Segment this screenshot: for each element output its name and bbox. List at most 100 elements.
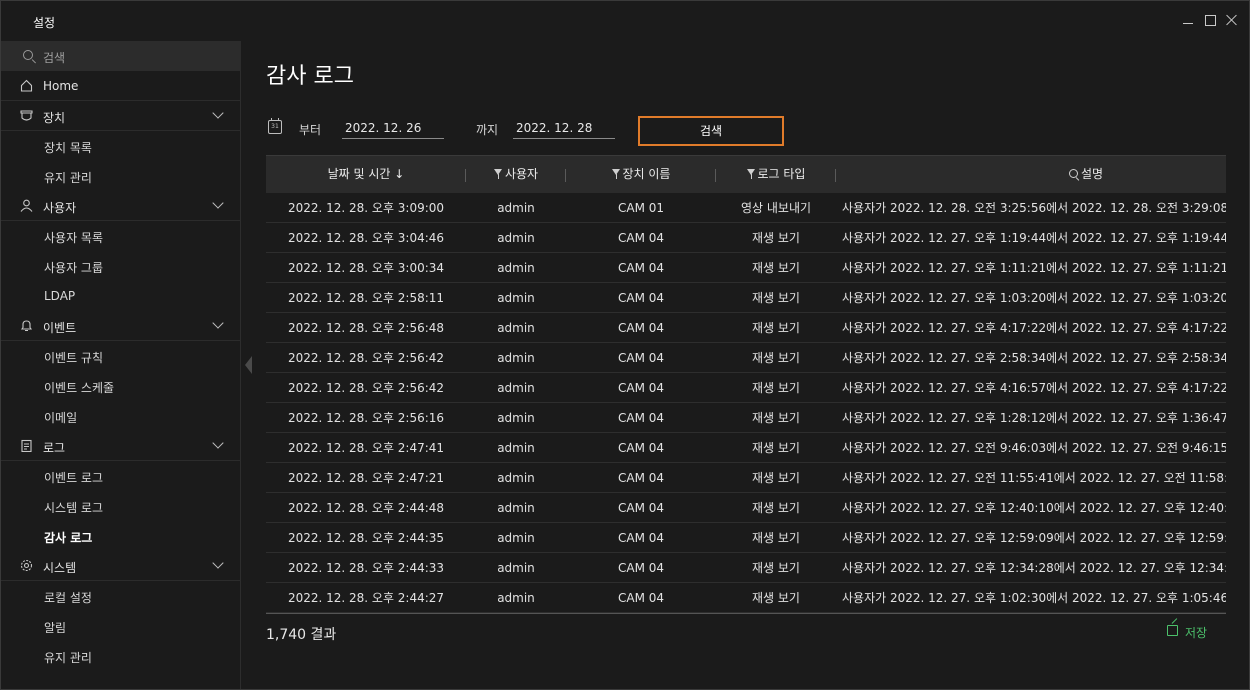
cell-datetime: 2022. 12. 28. 오후 3:04:46 bbox=[287, 231, 445, 245]
to-date-field[interactable]: 2022. 12. 28 bbox=[513, 118, 615, 139]
sidebar-item[interactable]: 알림 bbox=[1, 611, 241, 641]
sidebar-item-label: LDAP bbox=[44, 289, 76, 303]
sidebar-item[interactable]: 로그 bbox=[1, 431, 241, 461]
chevron-down-icon[interactable] bbox=[212, 437, 224, 449]
table-row[interactable]: 2022. 12. 28. 오후 2:56:42 admin CAM 04 재생 보기… bbox=[266, 373, 1226, 403]
sidebar-item-label: 사용자 그룹 bbox=[44, 261, 104, 275]
col-datetime-header[interactable]: 날짜 및 시간 ↓ bbox=[266, 156, 466, 194]
sidebar-item[interactable]: 사용자 목록 bbox=[1, 221, 241, 251]
sidebar-search-input[interactable]: 검색 bbox=[1, 41, 241, 71]
sidebar-item[interactable]: 유지 관리 bbox=[1, 161, 241, 191]
sidebar-item[interactable]: 로컬 설정 bbox=[1, 581, 241, 611]
table-row[interactable]: 2022. 12. 28. 오후 2:47:41 admin CAM 04 재생 보기… bbox=[266, 433, 1226, 463]
filter-icon[interactable] bbox=[611, 169, 621, 179]
minimize-button[interactable] bbox=[1181, 13, 1195, 27]
sidebar-item-label: 시스템 bbox=[43, 561, 77, 575]
close-button[interactable] bbox=[1225, 13, 1239, 27]
sidebar-item[interactable]: 이벤트 규칙 bbox=[1, 341, 241, 371]
cell-device: CAM 04 bbox=[617, 531, 665, 545]
chevron-down-icon[interactable] bbox=[212, 197, 224, 209]
cell-description: 사용자가 2022. 12. 27. 오후 1:02:30에서 2022. 12… bbox=[842, 591, 1226, 605]
sidebar-item-label: 사용자 목록 bbox=[44, 231, 104, 245]
cell-device: CAM 04 bbox=[617, 591, 665, 605]
sidebar: 검색 Home 장치 장치 목록 유지 관리 사용자 사용자 목록 사용자 그룹 LDAP 이벤… bbox=[1, 41, 241, 689]
sidebar-item[interactable]: Home bbox=[1, 71, 241, 101]
table-row[interactable]: 2022. 12. 28. 오후 2:44:35 admin CAM 04 재생 보기… bbox=[266, 523, 1226, 553]
table-header: 날짜 및 시간 ↓ 사용자 장치 이름 로그 타입 설명 bbox=[266, 155, 1226, 193]
col-user-header[interactable]: 사용자 bbox=[466, 156, 566, 194]
cell-datetime: 2022. 12. 28. 오후 2:47:21 bbox=[287, 471, 445, 485]
sidebar-item-label: 유지 관리 bbox=[44, 651, 92, 665]
sidebar-item[interactable]: 사용자 bbox=[1, 191, 241, 221]
table-row[interactable]: 2022. 12. 28. 오후 2:56:42 admin CAM 04 재생 보기… bbox=[266, 343, 1226, 373]
sidebar-item[interactable]: 이메일 bbox=[1, 401, 241, 431]
window-title: 설정 bbox=[33, 16, 56, 30]
cell-logtype: 재생 보기 bbox=[752, 561, 800, 575]
gear-icon bbox=[20, 559, 33, 572]
col-device-header[interactable]: 장치 이름 bbox=[566, 156, 716, 194]
sidebar-item[interactable]: 시스템 bbox=[1, 551, 241, 581]
table-row[interactable]: 2022. 12. 28. 오후 2:56:48 admin CAM 04 재생 보기… bbox=[266, 313, 1226, 343]
table-row[interactable]: 2022. 12. 28. 오후 2:44:48 admin CAM 04 재생 보기… bbox=[266, 493, 1226, 523]
table-row[interactable]: 2022. 12. 28. 오후 3:00:34 admin CAM 04 재생 보기… bbox=[266, 253, 1226, 283]
cell-datetime: 2022. 12. 28. 오후 3:09:00 bbox=[287, 201, 445, 215]
cell-description: 사용자가 2022. 12. 27. 오후 1:19:44에서 2022. 12… bbox=[842, 231, 1226, 245]
cell-description: 사용자가 2022. 12. 27. 오후 12:34:28에서 2022. 1… bbox=[842, 561, 1226, 575]
chevron-down-icon[interactable] bbox=[212, 557, 224, 569]
sidebar-item[interactable]: 장치 목록 bbox=[1, 131, 241, 161]
search-icon[interactable] bbox=[1068, 169, 1079, 179]
bell-icon bbox=[20, 319, 33, 332]
table-divider bbox=[266, 613, 1226, 614]
table-row[interactable]: 2022. 12. 28. 오후 2:44:33 admin CAM 04 재생 보기… bbox=[266, 553, 1226, 583]
chevron-down-icon[interactable] bbox=[212, 317, 224, 329]
table-row[interactable]: 2022. 12. 28. 오후 2:47:21 admin CAM 04 재생 보기… bbox=[266, 463, 1226, 493]
cell-logtype: 재생 보기 bbox=[752, 351, 800, 365]
cell-device: CAM 04 bbox=[617, 411, 665, 425]
sidebar-item[interactable]: 이벤트 bbox=[1, 311, 241, 341]
cell-user: admin bbox=[497, 471, 535, 485]
filter-icon[interactable] bbox=[493, 169, 503, 179]
cell-datetime: 2022. 12. 28. 오후 2:44:35 bbox=[287, 531, 445, 545]
sidebar-item-label: 이벤트 규칙 bbox=[44, 351, 104, 365]
maximize-button[interactable] bbox=[1203, 13, 1217, 27]
cell-datetime: 2022. 12. 28. 오후 2:44:27 bbox=[287, 591, 445, 605]
table-row[interactable]: 2022. 12. 28. 오후 3:09:00 admin CAM 01 영상 내보… bbox=[266, 193, 1226, 223]
sidebar-item[interactable]: 장치 bbox=[1, 101, 241, 131]
cell-user: admin bbox=[497, 231, 535, 245]
cell-user: admin bbox=[497, 291, 535, 305]
from-date-field[interactable]: 2022. 12. 26 bbox=[342, 118, 444, 139]
sidebar-item[interactable]: 사용자 그룹 bbox=[1, 251, 241, 281]
cell-logtype: 재생 보기 bbox=[752, 591, 800, 605]
sidebar-item-label: 로컬 설정 bbox=[44, 591, 92, 605]
title-bar: 설정 bbox=[1, 1, 1249, 41]
cell-device: CAM 04 bbox=[617, 291, 665, 305]
cell-user: admin bbox=[497, 201, 535, 215]
cell-datetime: 2022. 12. 28. 오후 2:44:33 bbox=[287, 561, 445, 575]
table-row[interactable]: 2022. 12. 28. 오후 2:56:16 admin CAM 04 재생 보기… bbox=[266, 403, 1226, 433]
sidebar-item[interactable]: 이벤트 스케줄 bbox=[1, 371, 241, 401]
table-row[interactable]: 2022. 12. 28. 오후 3:04:46 admin CAM 04 재생 보기… bbox=[266, 223, 1226, 253]
sidebar-item[interactable]: 시스템 로그 bbox=[1, 491, 241, 521]
sidebar-item-label: 감사 로그 bbox=[44, 531, 93, 545]
cell-logtype: 재생 보기 bbox=[752, 501, 800, 515]
filter-icon[interactable] bbox=[746, 169, 756, 179]
cell-datetime: 2022. 12. 28. 오후 2:58:11 bbox=[287, 291, 445, 305]
cell-logtype: 재생 보기 bbox=[752, 441, 800, 455]
cell-description: 사용자가 2022. 12. 27. 오전 11:55:41에서 2022. 1… bbox=[842, 471, 1226, 485]
cell-user: admin bbox=[497, 561, 535, 575]
sidebar-item[interactable]: 감사 로그 bbox=[1, 521, 241, 551]
cell-user: admin bbox=[497, 381, 535, 395]
sidebar-item[interactable]: 이벤트 로그 bbox=[1, 461, 241, 491]
table-body: 2022. 12. 28. 오후 3:09:00 admin CAM 01 영상 내보… bbox=[266, 193, 1226, 613]
calendar-icon[interactable]: 31 bbox=[268, 118, 282, 134]
sidebar-item-label: 시스템 로그 bbox=[44, 501, 104, 515]
table-row[interactable]: 2022. 12. 28. 오후 2:58:11 admin CAM 04 재생 보기… bbox=[266, 283, 1226, 313]
search-button[interactable]: 검색 bbox=[638, 116, 784, 146]
col-logtype-header[interactable]: 로그 타입 bbox=[716, 156, 836, 194]
sidebar-item[interactable]: LDAP bbox=[1, 281, 241, 311]
chevron-down-icon[interactable] bbox=[212, 107, 224, 119]
cell-logtype: 재생 보기 bbox=[752, 471, 800, 485]
sidebar-item[interactable]: 유지 관리 bbox=[1, 641, 241, 671]
col-description-header[interactable]: 설명 bbox=[836, 156, 1226, 194]
table-row[interactable]: 2022. 12. 28. 오후 2:44:27 admin CAM 04 재생 보기… bbox=[266, 583, 1226, 613]
